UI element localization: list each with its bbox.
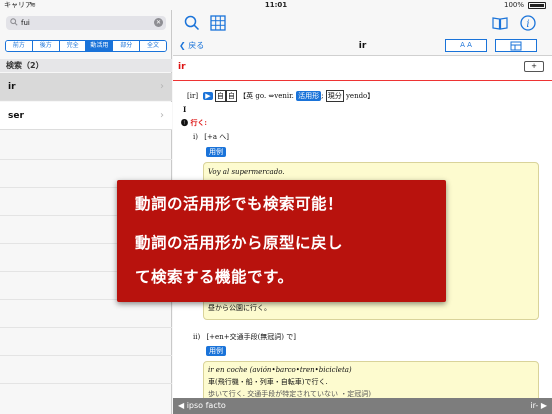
layout-button[interactable]: [495, 39, 537, 52]
chevron-right-icon: ›: [160, 110, 164, 121]
example-button-2[interactable]: 用例: [206, 346, 226, 356]
sense-number: ❶: [181, 118, 188, 127]
sub-number: ii): [193, 333, 201, 341]
headword-bar: ir +: [173, 57, 552, 81]
book-icon[interactable]: [491, 14, 509, 32]
divider: [0, 159, 172, 160]
callout-line-2: 動詞の活用形から原型に戻し: [135, 234, 344, 252]
pattern: [+a へ]: [204, 133, 229, 141]
segment-conjugation[interactable]: 動活用: [86, 41, 114, 51]
search-field[interactable]: ✕: [6, 16, 166, 30]
segment-backward[interactable]: 後方: [32, 41, 60, 51]
toolbar: i: [173, 10, 552, 36]
add-bookmark-icon[interactable]: +: [524, 61, 544, 72]
callout-line-3: て検索する機能です。: [135, 268, 294, 286]
entry-pager: ◀ ipso facto ir- ▶: [173, 398, 552, 414]
divider: [0, 355, 172, 356]
result-row-ir[interactable]: ir ›: [0, 73, 172, 101]
result-label: ser: [8, 111, 24, 121]
example-es-2: ir en coche (avión•barco•tren•bicicleta): [208, 366, 352, 374]
entry-line-1: [ir] ▶ 自自 【英 go. ⇔venir. 活用形; 現分 yendo】: [187, 90, 375, 102]
status-bar: キャリア ≋ 11:01 100%: [0, 0, 552, 10]
headword: ir: [178, 62, 186, 72]
battery-icon: [528, 2, 546, 9]
next-entry-button[interactable]: ir- ▶: [530, 398, 547, 414]
segment-forward[interactable]: 前方: [6, 41, 33, 51]
example-jp: 昼から公園に行く。: [208, 304, 271, 312]
section-marker: I: [183, 105, 187, 114]
segment-partial[interactable]: 部分: [113, 41, 141, 51]
font-size-button[interactable]: A A: [445, 39, 487, 52]
search-icon[interactable]: [183, 14, 201, 32]
result-label: ir: [8, 82, 16, 92]
pronunciation: [ir]: [187, 92, 199, 100]
search-input[interactable]: [21, 17, 149, 29]
screen: キャリア ≋ 11:01 100% ✕ 前方 後方 完全 動活用 部分 全文 検…: [0, 0, 552, 414]
divider: [0, 327, 172, 328]
example-jp-2: 車(飛行機・船・列車・自転車)で行く.: [208, 378, 328, 386]
callout-title: 動詞の活用形でも検索可能！: [135, 195, 344, 213]
clear-icon[interactable]: ✕: [154, 18, 163, 27]
sub-sense-i: i) [+a へ]: [193, 132, 229, 142]
sub-sense-ii: ii) [+en+交通手段(無冠詞) で]: [193, 332, 296, 342]
etymology: 【英 go. ⇔venir.: [239, 92, 294, 100]
chevron-right-icon: ›: [160, 81, 164, 92]
verb-type-icon-2: 自: [225, 90, 237, 102]
results-header: 検索（2）: [0, 59, 172, 72]
gerund-tag: 現分: [325, 90, 344, 102]
font-size-icon: A A: [460, 41, 472, 49]
verb-type-icon: 自: [214, 90, 226, 102]
divider: [0, 383, 172, 384]
sub-number: i): [193, 133, 198, 141]
svg-text:i: i: [526, 19, 529, 30]
sense-label: 行く:: [190, 118, 208, 127]
navigation-bar: ❮ 戻る ir A A: [173, 36, 552, 56]
segment-fulltext[interactable]: 全文: [140, 41, 166, 51]
battery-percent: 100%: [503, 1, 524, 9]
segment-exact[interactable]: 完全: [59, 41, 87, 51]
search-mode-segmented-control: 前方 後方 完全 動活用 部分 全文: [5, 40, 167, 52]
feature-callout: 動詞の活用形でも検索可能！ 動詞の活用形から原型に戻し て検索する機能です。: [117, 180, 446, 302]
grid-icon[interactable]: [209, 14, 227, 32]
conjugation-tag[interactable]: 活用形: [296, 91, 322, 101]
previous-entry-button[interactable]: ◀ ipso facto: [178, 398, 226, 414]
example-es: Voy al supermercado.: [208, 168, 285, 176]
example-button[interactable]: 用例: [206, 147, 226, 157]
pattern: [+en+交通手段(無冠詞) で]: [206, 333, 296, 341]
gerund-form: yendo】: [345, 92, 375, 100]
clock: 11:01: [264, 1, 288, 9]
search-icon: [10, 18, 18, 26]
play-icon[interactable]: ▶: [203, 92, 213, 100]
sense-1: ❶ 行く:: [181, 118, 207, 128]
layout-icon: [510, 41, 522, 51]
info-icon[interactable]: i: [519, 14, 537, 32]
result-row-ser[interactable]: ser ›: [0, 102, 172, 130]
